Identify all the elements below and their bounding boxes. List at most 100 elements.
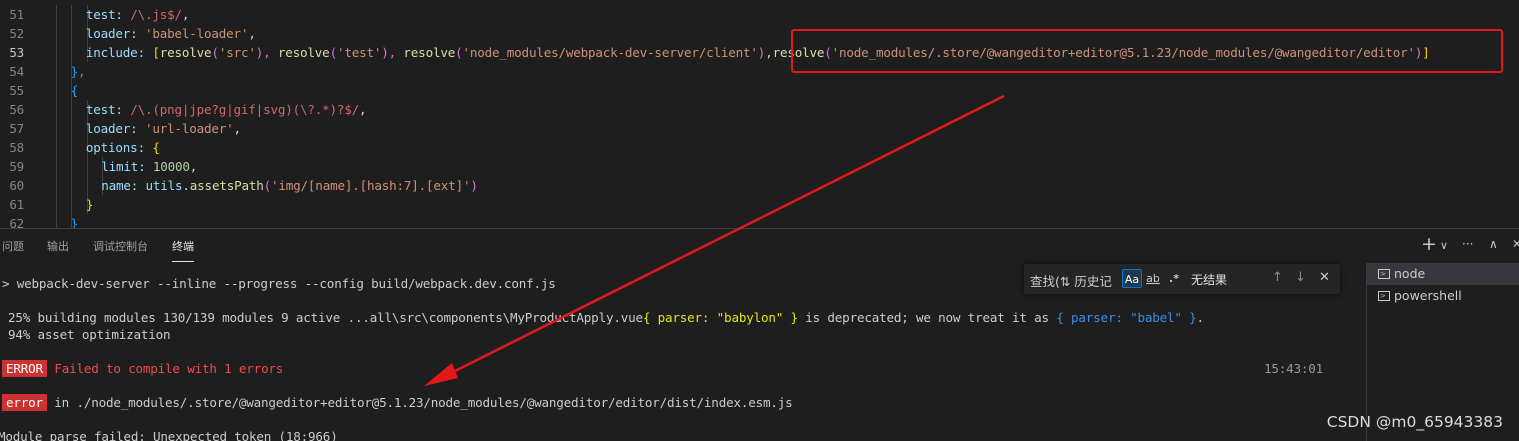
code-token: /\.js$/ [130, 7, 182, 22]
indent-guide [56, 24, 57, 43]
code-editor[interactable]: 51 test: /\.js$/, 52 loader: 'babel-loader'… [0, 0, 1519, 228]
panel-tab-bar: 问题 输出 调试控制台 终端 + ∨ ··· ∧ ✕ [0, 229, 1519, 263]
code-text: name: utils.assetsPath('img/[name].[hash… [101, 176, 478, 195]
code-token: ), [381, 45, 404, 60]
annotation-highlight-box [791, 29, 1503, 73]
indent-guide [86, 176, 88, 195]
code-token: 'url-loader' [144, 121, 234, 136]
code-line: 57 loader: 'url-loader', [0, 119, 1519, 138]
code-token: . [182, 178, 190, 193]
indent-guide [56, 195, 57, 214]
code-line: 51 test: /\.js$/, [0, 5, 1519, 24]
code-token: { [152, 140, 160, 155]
indent-guide [56, 81, 57, 100]
code-token: , [359, 102, 367, 117]
line-number: 53 [9, 45, 24, 60]
code-token: 'node_modules/webpack-dev-server/client' [462, 45, 758, 60]
code-text: test: /\.js$/, [85, 5, 190, 24]
error-badge-lower: error [2, 394, 47, 411]
code-token: utils [145, 178, 183, 193]
code-text: } [85, 195, 94, 214]
add-terminal-icon[interactable]: + [1421, 233, 1437, 255]
error-message: Failed to compile with 1 errors [54, 361, 284, 376]
code-token: resolve [159, 45, 212, 60]
next-match-icon[interactable]: ↓ [1295, 270, 1306, 285]
tab-debug-console[interactable]: 调试控制台 [93, 238, 148, 254]
progress-text: 25% building modules 130/139 modules 9 a… [8, 310, 643, 325]
close-find-icon[interactable]: ✕ [1319, 270, 1330, 285]
code-token: } [70, 216, 79, 228]
line-number: 61 [9, 197, 24, 212]
code-token: ( [329, 45, 338, 60]
line-number: 51 [9, 7, 24, 22]
tab-problems[interactable]: 问题 [2, 238, 24, 254]
code-token: ( [263, 178, 272, 193]
code-line: 60 name: utils.assetsPath('img/[name].[ha… [0, 176, 1519, 195]
terminal-error-line: ERROR Failed to compile with 1 errors 15:… [2, 360, 1342, 377]
code-token: name: [101, 178, 146, 193]
code-token: /\.(png|jpe?g|gif|svg)(\?.*)?$/ [130, 102, 360, 117]
regex-toggle[interactable]: .* [1164, 269, 1184, 288]
match-whole-word-toggle[interactable]: ab [1143, 269, 1163, 288]
terminal-error-path-line: error in ./node_modules/.store/@wangedit… [2, 394, 793, 411]
find-result-count: 无结果 [1191, 273, 1228, 287]
code-token: }, [70, 64, 86, 79]
terminal-icon: > [1378, 290, 1390, 301]
code-text: options: { [86, 138, 160, 157]
indent-guide [71, 100, 73, 119]
chevron-down-icon[interactable]: ∨ [1440, 239, 1448, 252]
code-token: loader: [85, 121, 145, 136]
indent-guide [56, 176, 57, 195]
code-token: , [248, 26, 256, 41]
indent-guide [56, 119, 57, 138]
code-text: test: /\.(png|jpe?g|gif|svg)(\?.*)?$/, [86, 100, 367, 119]
code-token: , [181, 7, 190, 22]
code-token: limit: [101, 159, 153, 174]
code-line: 58 options: { [0, 138, 1519, 157]
indent-guide [71, 195, 73, 214]
terminal-item-label: node [1394, 266, 1426, 281]
code-line: 56 test: /\.(png|jpe?g|gif|svg)(\?.*)?$/, [0, 100, 1519, 119]
indent-guide [56, 138, 57, 157]
maximize-panel-icon[interactable]: ∧ [1489, 237, 1498, 251]
terminal-item-node[interactable]: > node [1367, 263, 1519, 285]
code-text: }, [71, 62, 86, 81]
indent-guide [56, 5, 57, 24]
indent-guide [56, 214, 57, 228]
code-token: test: [85, 7, 131, 22]
indent-guide [56, 62, 57, 81]
code-token: include: [85, 45, 153, 60]
indent-guide [56, 157, 57, 176]
code-token: resolve [403, 45, 456, 60]
code-token: } [85, 197, 94, 212]
indent-guide [56, 100, 57, 119]
progress-mid-text: is deprecated; we now treat it as [797, 310, 1057, 325]
close-panel-icon[interactable]: ✕ [1512, 237, 1519, 251]
terminal-item-powershell[interactable]: > powershell [1367, 285, 1519, 307]
more-actions-icon[interactable]: ··· [1462, 237, 1473, 251]
tab-output[interactable]: 输出 [47, 238, 69, 254]
code-token: 10000 [152, 159, 190, 174]
error-path: in ./node_modules/.store/@wangeditor+edi… [46, 395, 793, 410]
terminal-progress-line: 25% building modules 130/139 modules 9 a… [8, 309, 1204, 326]
code-text: limit: 10000, [101, 157, 197, 176]
progress-end-text: . [1196, 310, 1205, 325]
code-token: options: [85, 140, 153, 155]
line-number: 55 [9, 83, 24, 98]
code-token: ( [211, 45, 219, 60]
code-line: 62} [0, 214, 1519, 228]
code-line: 55 { [0, 81, 1519, 100]
code-token: assetsPath [189, 178, 264, 193]
find-input[interactable]: 查找(⇅ 历史记 [1030, 271, 1112, 290]
code-token: test: [85, 102, 131, 117]
code-token: ), [255, 45, 278, 60]
match-case-toggle[interactable]: Aa [1122, 269, 1142, 288]
tab-terminal[interactable]: 终端 [172, 238, 194, 262]
error-timestamp: 15:43:01 [1263, 361, 1323, 376]
bottom-panel: 问题 输出 调试控制台 终端 + ∨ ··· ∧ ✕ > webpack-dev… [0, 228, 1519, 441]
code-token: { [70, 83, 79, 98]
line-number: 52 [9, 26, 24, 41]
indent-guide [71, 138, 73, 157]
parser-babylon-text: { parser: "babylon" } [642, 310, 798, 325]
previous-match-icon[interactable]: ↑ [1272, 270, 1283, 285]
